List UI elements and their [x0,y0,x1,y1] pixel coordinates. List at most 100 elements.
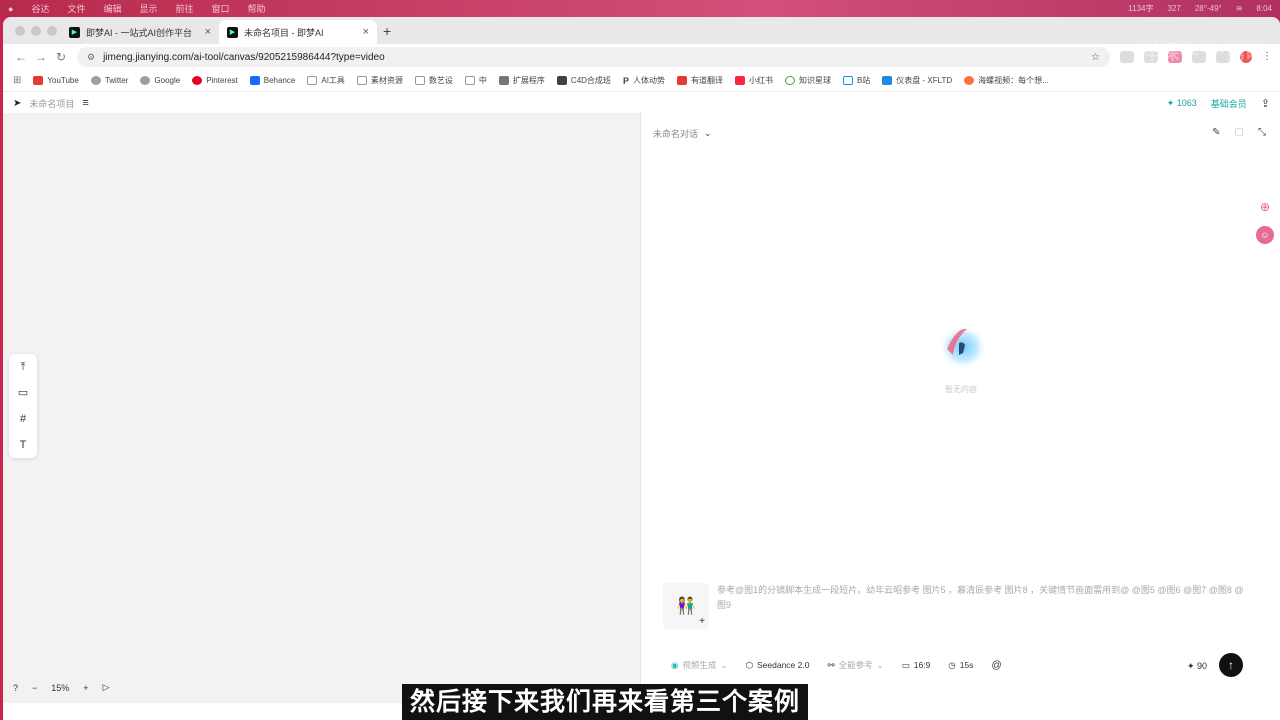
bookmark-zsxq[interactable]: 知识星球 [784,75,831,86]
bookmark-bilibili[interactable]: B站 [842,75,870,86]
google-icon [140,76,151,85]
menubar-item[interactable]: 文件 [67,2,85,15]
zoom-out-button[interactable]: − [32,683,37,693]
folder-icon [414,76,425,85]
apple-menu-icon[interactable]: ● [8,4,13,14]
bookmark-twitter[interactable]: Twitter [90,76,128,85]
close-window-button[interactable] [15,26,25,36]
bookmark-folder-zhong[interactable]: 中 [464,75,487,86]
back-arrow-icon[interactable]: ← [11,50,31,64]
video-mode-icon: ◉ [671,659,679,670]
browser-tab-jimeng-home[interactable]: ▶ 即梦AI - 一站式AI创作平台 × [61,20,219,44]
credits-balance[interactable]: ✦ 1063 [1167,98,1197,109]
chat-panel: 未命名对话 ⌄ ✎ ▢ ⤡ ⊕ ☺ 暂无内容 👫 + 参考@图1的分镜脚本生成一… [641,113,1280,703]
bookmark-youdao[interactable]: 有道翻译 [676,75,723,86]
close-tab-icon[interactable]: × [363,26,369,38]
pinterest-icon [192,76,203,85]
zoom-in-button[interactable]: + [83,683,88,693]
macos-menubar: ● 谷达 文件 编辑 显示 前往 窗口 帮助 1134字 327 28°-49°… [0,0,1280,17]
collapse-icon[interactable]: ⤡ [1258,127,1266,138]
duration-selector[interactable]: ◷ 15s [948,660,973,671]
app-header: ➤ 未命名项目 ≡ ✦ 1063 基础会员 ⇪ [3,92,1280,114]
wifi-icon[interactable]: ≋ [1236,4,1243,13]
forward-arrow-icon[interactable]: → [31,50,51,64]
reference-selector[interactable]: ⚯ 全能参考 ⌄ [827,659,883,671]
empty-state: 暂无内容 [931,321,991,395]
folder-icon[interactable]: ▭ [18,384,28,402]
menubar-item[interactable]: 编辑 [103,2,121,15]
bookmark-xfltd[interactable]: 仪表盘 - XFLTD [882,75,952,86]
bookmark-star-icon[interactable]: ☆ [1091,52,1100,63]
menubar-item[interactable]: 前往 [176,2,194,15]
menubar-item[interactable]: 窗口 [212,2,230,15]
membership-badge[interactable]: 基础会员 [1211,97,1247,110]
text-tool-icon[interactable]: T [20,436,27,454]
bookmark-c4d[interactable]: C4D合成班 [556,75,611,86]
bookmark-folder-assets[interactable]: 素材资源 [356,75,403,86]
menubar-item[interactable]: 显示 [139,2,157,15]
new-tab-icon[interactable]: + [383,23,391,39]
twitter-icon [90,76,101,85]
bookmark-pinterest[interactable]: Pinterest [192,76,238,85]
bookmark-hailuo[interactable]: 海螺视频：每个想... [964,75,1049,86]
p-letter-icon: P [622,76,629,86]
bookmark-xiaohongshu[interactable]: 小红书 [734,75,773,86]
mode-selector[interactable]: ◉ 视频生成 ⌄ [671,659,728,671]
clock[interactable]: 8:04 [1256,4,1272,13]
conversation-selector[interactable]: 未命名对话 ⌄ [653,127,712,140]
canvas-toolbar: ⤒ ▭ # T [9,354,37,458]
zoom-controls: ? − 15% + ▷ [13,682,109,693]
bookmark-extensions[interactable]: 扩展程序 [498,75,545,86]
hailuo-icon [964,76,975,85]
side-floating-buttons: ⊕ ☺ [1256,200,1274,244]
bookmark-behance[interactable]: Behance [249,76,295,85]
aspect-ratio-selector[interactable]: ▭ 16:9 [902,660,931,671]
chevron-down-icon: ⌄ [704,128,712,138]
bookmark-youtube[interactable]: YouTube [33,76,79,85]
url-input[interactable]: ⚙ jimeng.jianying.com/ai-tool/canvas/920… [77,47,1110,67]
project-name[interactable]: 未命名项目 [29,97,74,110]
upload-icon[interactable]: ⤒ [21,358,26,376]
empty-state-illustration [939,325,987,369]
minimize-window-button[interactable] [31,26,41,36]
apps-grid-icon[interactable]: ⊞ [13,75,21,86]
menubar-item[interactable]: 帮助 [248,2,266,15]
bookmark-folder-shuyishe[interactable]: 数艺设 [414,75,453,86]
menubar-item[interactable]: 谷达 [31,2,49,15]
new-chat-icon[interactable]: ✎ [1212,127,1220,138]
conversation-title: 未命名对话 [653,129,699,139]
model-selector[interactable]: ⬡ Seedance 2.0 [746,660,810,671]
assistant-avatar[interactable]: ☺ [1256,226,1274,244]
close-tab-icon[interactable]: × [205,26,211,38]
help-icon[interactable]: ? [13,683,18,693]
bookmark-google[interactable]: Google [140,76,180,85]
url-text: jimeng.jianying.com/ai-tool/canvas/92052… [103,51,385,63]
crop-frame-icon[interactable]: # [20,410,26,428]
model-cube-icon: ⬡ [745,659,753,670]
dashboard-icon [882,76,893,85]
prompt-input[interactable]: 参考@图1的分镜脚本生成一段短片，幼年云昭参考 图片5 ，慕清辰参考 图片8 ，… [717,583,1247,613]
site-info-icon[interactable]: ⚙ [87,52,95,63]
window-controls [15,26,57,36]
reference-image-thumbnail[interactable]: 👫 + [663,583,709,629]
zoom-level[interactable]: 15% [51,683,69,693]
generation-cost: ✦ 90 [1186,661,1207,671]
bookmark-body-pose[interactable]: P 人体动势 [623,75,665,86]
cursor-mode-icon[interactable]: ▷ [103,682,110,693]
menu-icon[interactable]: ≡ [82,97,88,109]
send-button[interactable]: ↑ [1219,653,1243,677]
zoom-window-button[interactable] [47,26,57,36]
pointer-tool-icon[interactable]: ➤ [13,98,21,109]
reload-icon[interactable]: ↻ [51,50,71,64]
share-icon[interactable]: ⇪ [1261,97,1270,110]
word-count: 1134字 [1128,4,1154,13]
bookmarks-bar: ⊞ YouTube Twitter Google Pinterest Behan… [3,70,1280,92]
add-widget-icon[interactable]: ⊕ [1260,200,1270,214]
canvas-area[interactable]: ⤒ ▭ # T ? − 15% + ▷ [3,113,641,703]
extension-icon[interactable] [1120,51,1134,63]
mention-button[interactable]: @ [991,660,1001,671]
bookmark-folder-ai-tools[interactable]: AI工具 [307,75,345,86]
browser-tab-project[interactable]: ▶ 未命名项目 - 即梦AI × [219,20,377,44]
history-icon[interactable]: ▢ [1235,127,1244,138]
add-image-icon[interactable]: + [699,616,705,627]
